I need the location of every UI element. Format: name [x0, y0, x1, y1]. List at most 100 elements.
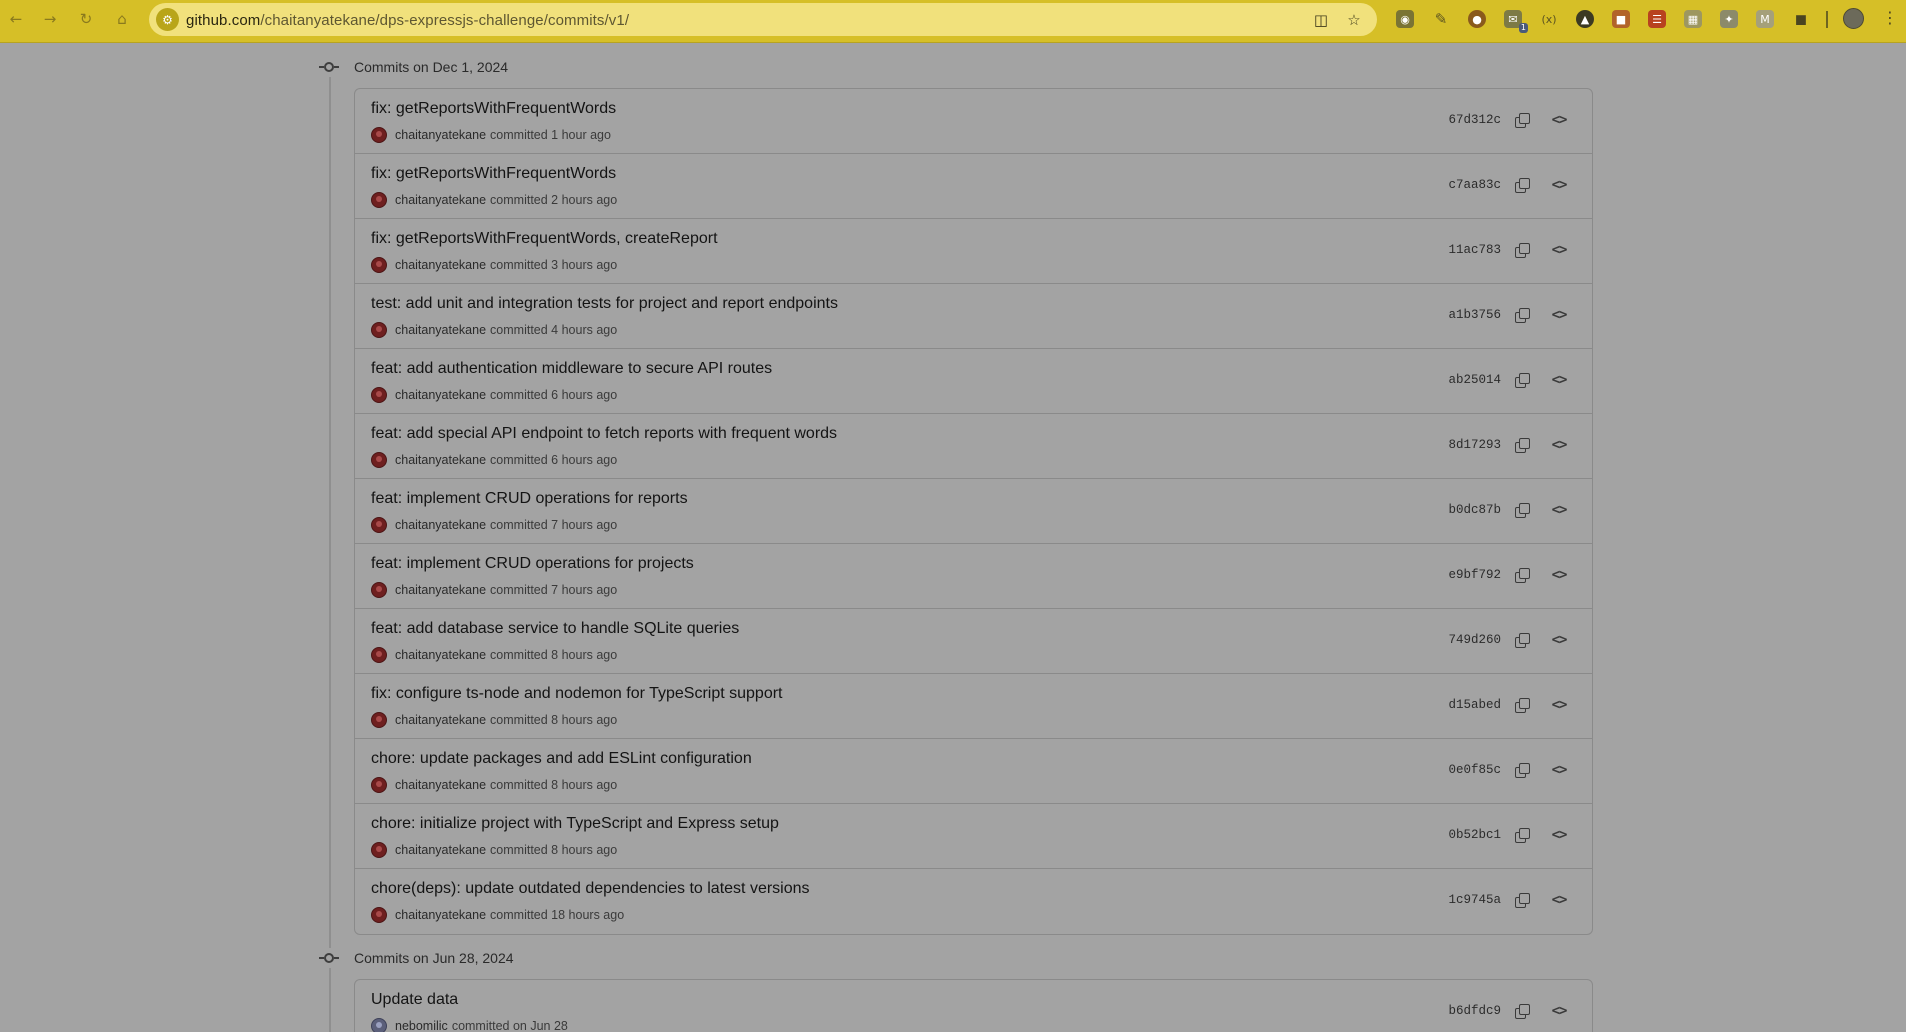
- author-link[interactable]: chaitanyatekane: [395, 323, 486, 337]
- commit-title-link[interactable]: feat: add database service to handle SQL…: [371, 620, 739, 638]
- author-link[interactable]: chaitanyatekane: [395, 258, 486, 272]
- commit-sha-link[interactable]: d15abed: [1448, 698, 1501, 712]
- stripe-extension-icon[interactable]: ☰: [1648, 10, 1666, 28]
- author-link[interactable]: chaitanyatekane: [395, 843, 486, 857]
- author-link[interactable]: chaitanyatekane: [395, 518, 486, 532]
- author-avatar[interactable]: [371, 517, 387, 533]
- commit-title-link[interactable]: feat: implement CRUD operations for repo…: [371, 490, 688, 508]
- commit-sha-link[interactable]: ab25014: [1448, 373, 1501, 387]
- copy-icon[interactable]: [1512, 695, 1532, 715]
- author-avatar[interactable]: [371, 387, 387, 403]
- browse-code-icon[interactable]: <>: [1549, 760, 1569, 780]
- url-text[interactable]: github.com/chaitanyatekane/dps-expressjs…: [186, 12, 629, 29]
- author-avatar[interactable]: [371, 907, 387, 923]
- author-link[interactable]: chaitanyatekane: [395, 193, 486, 207]
- bookmark-star-icon[interactable]: ☆: [1345, 11, 1363, 29]
- commit-sha-link[interactable]: b6dfdc9: [1448, 1004, 1501, 1018]
- author-link[interactable]: chaitanyatekane: [395, 128, 486, 142]
- author-link[interactable]: chaitanyatekane: [395, 388, 486, 402]
- browse-code-icon[interactable]: <>: [1549, 500, 1569, 520]
- browse-code-icon[interactable]: <>: [1549, 370, 1569, 390]
- address-bar[interactable]: ⚙ github.com/chaitanyatekane/dps-express…: [149, 3, 1377, 36]
- commit-sha-link[interactable]: 1c9745a: [1448, 893, 1501, 907]
- author-avatar[interactable]: [371, 257, 387, 273]
- home-icon[interactable]: ⌂: [112, 9, 132, 29]
- cookie-extension-icon[interactable]: ●: [1468, 10, 1486, 28]
- author-link[interactable]: chaitanyatekane: [395, 908, 486, 922]
- browse-code-icon[interactable]: <>: [1549, 435, 1569, 455]
- copy-icon[interactable]: [1512, 435, 1532, 455]
- author-avatar[interactable]: [371, 777, 387, 793]
- commit-title-link[interactable]: feat: implement CRUD operations for proj…: [371, 555, 694, 573]
- m-extension-icon[interactable]: M: [1756, 10, 1774, 28]
- commit-title-link[interactable]: chore(deps): update outdated dependencie…: [371, 880, 810, 898]
- commit-sha-link[interactable]: 67d312c: [1448, 113, 1501, 127]
- commit-title-link[interactable]: fix: getReportsWithFrequentWords: [371, 165, 616, 183]
- commit-sha-link[interactable]: 0e0f85c: [1448, 763, 1501, 777]
- install-app-icon[interactable]: ◫: [1312, 11, 1330, 29]
- commit-title-link[interactable]: chore: update packages and add ESLint co…: [371, 750, 752, 768]
- author-link[interactable]: nebomilic: [395, 1019, 448, 1032]
- kebab-menu-icon[interactable]: ⋮: [1882, 8, 1898, 27]
- grid-extension-icon[interactable]: ▦: [1684, 10, 1702, 28]
- pen-extension-icon[interactable]: ✎: [1432, 10, 1450, 28]
- author-link[interactable]: chaitanyatekane: [395, 453, 486, 467]
- shield-extension-icon[interactable]: ▲: [1576, 10, 1594, 28]
- author-avatar[interactable]: [371, 1018, 387, 1032]
- commit-sha-link[interactable]: 749d260: [1448, 633, 1501, 647]
- commit-title-link[interactable]: chore: initialize project with TypeScrip…: [371, 815, 779, 833]
- copy-icon[interactable]: [1512, 305, 1532, 325]
- author-avatar[interactable]: [371, 582, 387, 598]
- commit-sha-link[interactable]: 0b52bc1: [1448, 828, 1501, 842]
- author-link[interactable]: chaitanyatekane: [395, 778, 486, 792]
- copy-icon[interactable]: [1512, 240, 1532, 260]
- copy-icon[interactable]: [1512, 1001, 1532, 1021]
- browse-code-icon[interactable]: <>: [1549, 1001, 1569, 1021]
- mail-extension-icon[interactable]: ✉ 1: [1504, 10, 1528, 33]
- copy-icon[interactable]: [1512, 630, 1532, 650]
- browse-code-icon[interactable]: <>: [1549, 695, 1569, 715]
- commit-title-link[interactable]: feat: add authentication middleware to s…: [371, 360, 772, 378]
- site-info-icon[interactable]: ⚙: [156, 8, 179, 31]
- reload-icon[interactable]: ↻: [76, 9, 96, 29]
- browse-code-icon[interactable]: <>: [1549, 240, 1569, 260]
- browse-code-icon[interactable]: <>: [1549, 890, 1569, 910]
- commit-title-link[interactable]: Update data: [371, 991, 458, 1009]
- author-avatar[interactable]: [371, 842, 387, 858]
- commit-sha-link[interactable]: c7aa83c: [1448, 178, 1501, 192]
- commit-sha-link[interactable]: b0dc87b: [1448, 503, 1501, 517]
- browse-code-icon[interactable]: <>: [1549, 630, 1569, 650]
- browse-code-icon[interactable]: <>: [1549, 110, 1569, 130]
- browse-code-icon[interactable]: <>: [1549, 825, 1569, 845]
- copy-icon[interactable]: [1512, 825, 1532, 845]
- browse-code-icon[interactable]: <>: [1549, 565, 1569, 585]
- author-avatar[interactable]: [371, 452, 387, 468]
- bird-extension-icon[interactable]: ✦: [1720, 10, 1738, 28]
- commit-title-link[interactable]: fix: configure ts-node and nodemon for T…: [371, 685, 783, 703]
- author-avatar[interactable]: [371, 647, 387, 663]
- author-avatar[interactable]: [371, 712, 387, 728]
- commit-sha-link[interactable]: 11ac783: [1448, 243, 1501, 257]
- copy-icon[interactable]: [1512, 890, 1532, 910]
- browse-code-icon[interactable]: <>: [1549, 305, 1569, 325]
- commit-sha-link[interactable]: a1b3756: [1448, 308, 1501, 322]
- browse-code-icon[interactable]: <>: [1549, 175, 1569, 195]
- author-avatar[interactable]: [371, 322, 387, 338]
- commit-title-link[interactable]: fix: getReportsWithFrequentWords: [371, 100, 616, 118]
- author-link[interactable]: chaitanyatekane: [395, 648, 486, 662]
- copy-icon[interactable]: [1512, 565, 1532, 585]
- back-icon[interactable]: ←: [6, 9, 26, 29]
- copy-icon[interactable]: [1512, 110, 1532, 130]
- camera-extension-icon[interactable]: ◉: [1396, 10, 1414, 28]
- author-link[interactable]: chaitanyatekane: [395, 713, 486, 727]
- copy-icon[interactable]: [1512, 175, 1532, 195]
- forward-icon[interactable]: →: [40, 9, 60, 29]
- code-extension-icon[interactable]: (x): [1540, 10, 1558, 28]
- color-extension-icon[interactable]: ■: [1612, 10, 1630, 28]
- commit-title-link[interactable]: test: add unit and integration tests for…: [371, 295, 838, 313]
- copy-icon[interactable]: [1512, 370, 1532, 390]
- commit-sha-link[interactable]: e9bf792: [1448, 568, 1501, 582]
- puzzle-icon[interactable]: ◼: [1792, 10, 1810, 28]
- author-link[interactable]: chaitanyatekane: [395, 583, 486, 597]
- profile-avatar[interactable]: [1843, 8, 1864, 29]
